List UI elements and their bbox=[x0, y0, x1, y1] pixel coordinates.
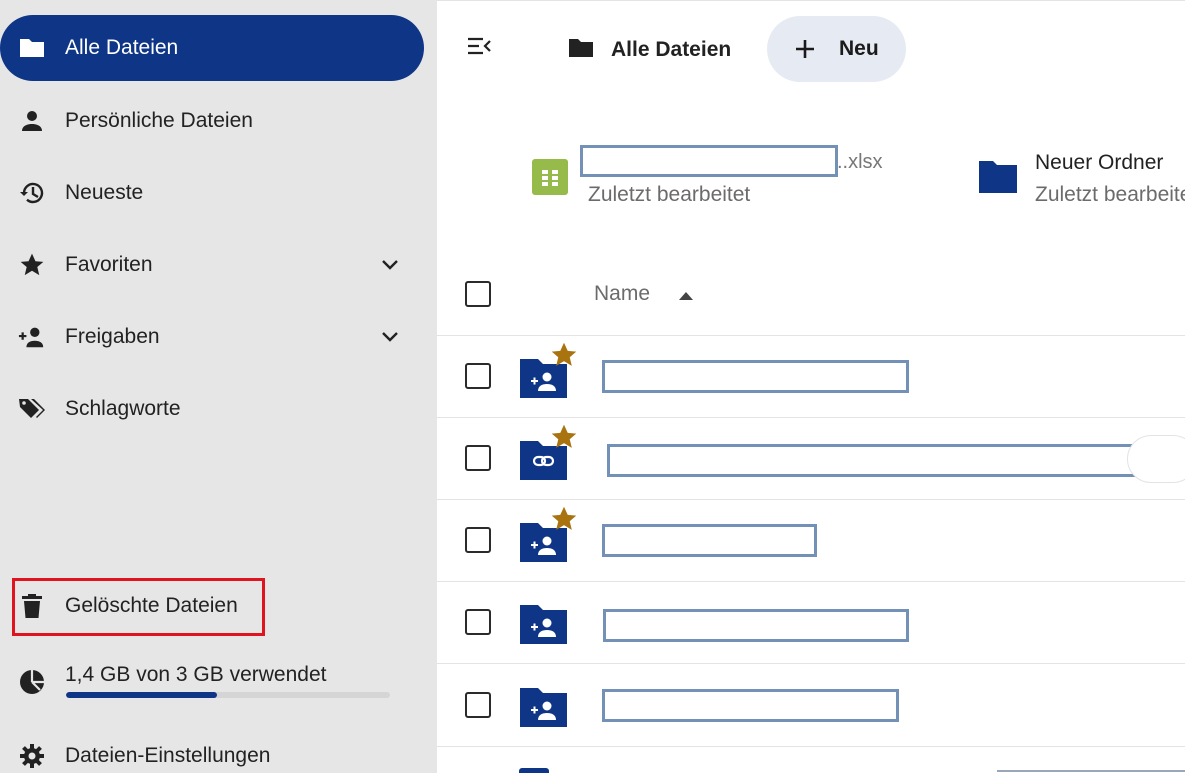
files-main-area: Alle Dateien Neu ..xlsx Zuletzt bearbeit… bbox=[437, 0, 1185, 773]
table-row[interactable] bbox=[437, 665, 1185, 747]
nav-item-all-files[interactable]: Alle Dateien bbox=[0, 15, 424, 81]
navigation-sidebar: Alle Dateien Persönliche Dateien Neueste… bbox=[0, 0, 437, 773]
row-checkbox[interactable] bbox=[465, 363, 491, 389]
pie-chart-icon bbox=[18, 668, 46, 696]
nav-item-settings[interactable]: Dateien-Einstellungen bbox=[0, 723, 424, 773]
table-row-partial[interactable] bbox=[437, 748, 1185, 773]
history-icon bbox=[18, 179, 46, 207]
chevron-down-icon[interactable] bbox=[378, 253, 402, 277]
star-icon bbox=[18, 251, 46, 279]
quota-progress-bar bbox=[66, 692, 390, 698]
favorite-star-icon bbox=[550, 341, 578, 369]
person-add-icon bbox=[18, 323, 46, 351]
new-button-label: Neu bbox=[839, 37, 879, 60]
column-header-name[interactable]: Name bbox=[594, 282, 650, 306]
row-checkbox[interactable] bbox=[465, 692, 491, 718]
row-checkbox[interactable] bbox=[465, 609, 491, 635]
file-list-header: Name bbox=[437, 253, 1185, 336]
recent-folder-card[interactable]: Neuer Ordner Zuletzt bearbeitet bbox=[975, 141, 1185, 221]
breadcrumb-label: Alle Dateien bbox=[611, 38, 732, 61]
shared-folder-icon bbox=[519, 600, 569, 646]
gear-icon bbox=[18, 742, 46, 770]
person-icon bbox=[18, 107, 46, 135]
spreadsheet-icon bbox=[532, 159, 568, 200]
file-name-redacted bbox=[602, 524, 817, 557]
chevron-down-icon[interactable] bbox=[378, 325, 402, 349]
folder-icon bbox=[977, 157, 1019, 200]
recent-title: Neuer Ordner bbox=[1035, 151, 1164, 174]
recent-subtitle: Zuletzt bearbeitet bbox=[1035, 183, 1185, 206]
recent-file-card[interactable]: ..xlsx Zuletzt bearbeitet bbox=[532, 141, 892, 221]
select-all-checkbox[interactable] bbox=[465, 281, 491, 307]
favorite-star-icon bbox=[550, 423, 578, 451]
row-checkbox[interactable] bbox=[465, 527, 491, 553]
file-name-redacted bbox=[580, 145, 838, 177]
quota-progress-fill bbox=[66, 692, 218, 698]
nav-item-recent[interactable]: Neueste bbox=[0, 160, 424, 226]
file-name-redacted bbox=[607, 444, 1185, 477]
menu-collapse-icon[interactable] bbox=[467, 35, 495, 63]
highlight-box bbox=[12, 578, 265, 636]
nav-item-personal-files[interactable]: Persönliche Dateien bbox=[0, 88, 424, 154]
recent-subtitle: Zuletzt bearbeitet bbox=[588, 183, 751, 206]
file-name-redacted bbox=[602, 689, 899, 722]
file-extension: ..xlsx bbox=[837, 151, 883, 173]
file-name-redacted bbox=[603, 609, 909, 642]
row-checkbox[interactable] bbox=[465, 445, 491, 471]
table-row[interactable] bbox=[437, 500, 1185, 582]
nav-item-favorites[interactable]: Favoriten bbox=[0, 232, 424, 298]
nav-item-label: Alle Dateien bbox=[65, 36, 179, 59]
sort-ascending-icon[interactable] bbox=[678, 289, 694, 301]
shared-folder-icon bbox=[519, 683, 569, 729]
file-name-redacted bbox=[602, 360, 909, 393]
breadcrumb[interactable]: Alle Dateien bbox=[567, 33, 731, 67]
nav-item-label: Dateien-Einstellungen bbox=[65, 744, 271, 767]
nav-item-shares[interactable]: Freigaben bbox=[0, 304, 424, 370]
row-actions-button[interactable] bbox=[1127, 435, 1185, 483]
nav-item-tags[interactable]: Schlagworte bbox=[0, 376, 424, 442]
folder-icon bbox=[519, 768, 549, 773]
folder-icon bbox=[18, 34, 46, 62]
table-row[interactable] bbox=[437, 582, 1185, 664]
table-row[interactable] bbox=[437, 418, 1185, 500]
new-button[interactable]: Neu bbox=[767, 16, 906, 82]
plus-icon bbox=[793, 37, 817, 61]
tags-icon bbox=[18, 395, 46, 423]
nav-item-label: Schlagworte bbox=[65, 397, 181, 420]
favorite-star-icon bbox=[550, 505, 578, 533]
table-row[interactable] bbox=[437, 336, 1185, 418]
nav-item-label: Persönliche Dateien bbox=[65, 109, 253, 132]
divider bbox=[997, 770, 1185, 772]
nav-item-label: Neueste bbox=[65, 181, 144, 204]
nav-item-label: Favoriten bbox=[65, 253, 153, 276]
quota-label: 1,4 GB von 3 GB verwendet bbox=[65, 663, 327, 686]
folder-icon bbox=[567, 36, 595, 65]
nav-item-label: Freigaben bbox=[65, 325, 160, 348]
storage-quota: 1,4 GB von 3 GB verwendet bbox=[0, 655, 424, 705]
